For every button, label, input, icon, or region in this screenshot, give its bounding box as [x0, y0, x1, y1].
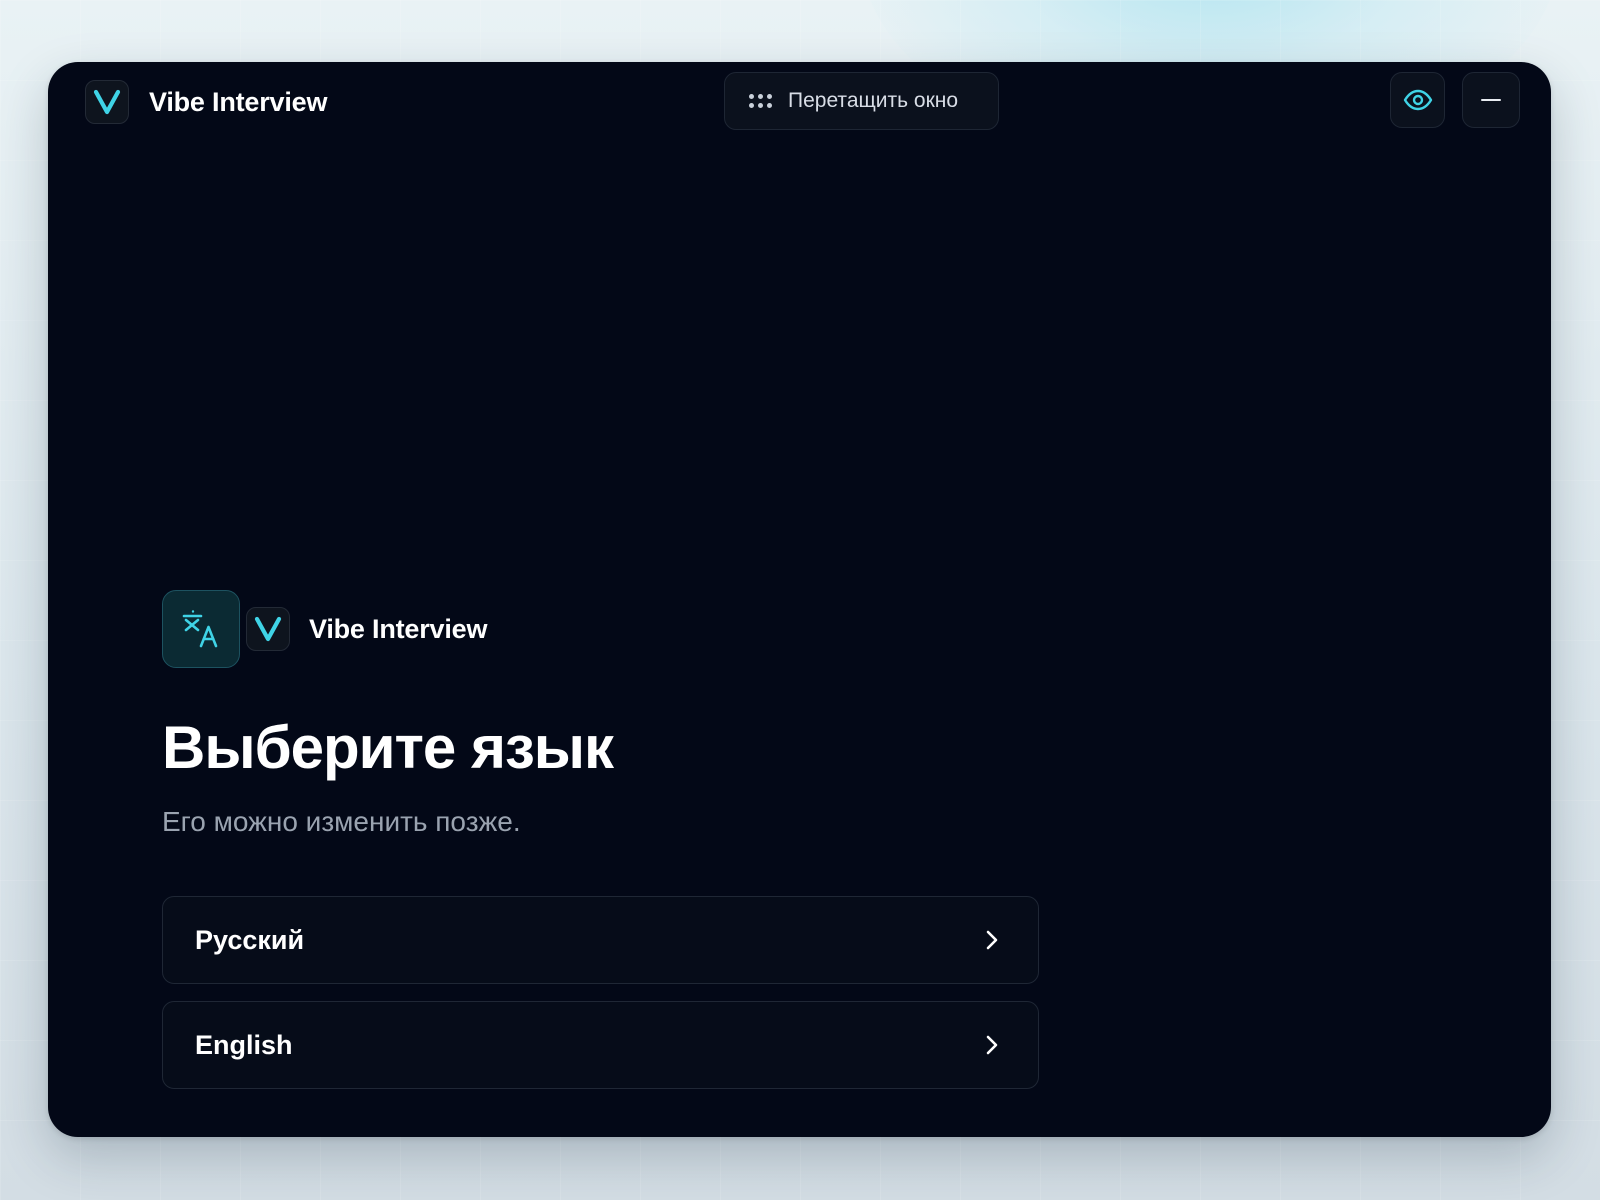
language-list: Русский English	[162, 896, 1042, 1089]
app-window: Vibe Interview Перетащить окно Vibe Inte…	[48, 62, 1551, 1137]
brand-name: Vibe Interview	[309, 613, 488, 644]
minimize-icon	[1481, 98, 1501, 102]
minimize-button[interactable]	[1462, 72, 1520, 128]
language-option-english[interactable]: English	[162, 1001, 1039, 1089]
language-label: Русский	[195, 924, 305, 955]
visibility-toggle-button[interactable]	[1390, 72, 1445, 128]
drag-window-handle[interactable]: Перетащить окно	[724, 72, 999, 130]
page-subtitle: Его можно изменить позже.	[162, 806, 521, 837]
app-title: Vibe Interview	[149, 86, 328, 117]
eye-icon	[1403, 89, 1432, 111]
language-option-russian[interactable]: Русский	[162, 896, 1039, 984]
drag-window-label: Перетащить окно	[788, 89, 959, 112]
language-label: English	[195, 1029, 293, 1060]
v-logo-icon	[246, 607, 290, 651]
brand-row: Vibe Interview	[162, 590, 1042, 668]
language-selection: Vibe Interview Выберите язык Его можно и…	[162, 590, 1042, 1106]
title-bar: Vibe Interview Перетащить окно	[48, 62, 1551, 142]
translate-icon	[162, 590, 240, 668]
v-logo-icon	[85, 80, 129, 124]
app-brand: Vibe Interview	[85, 80, 327, 124]
grip-dots-icon	[749, 94, 772, 108]
chevron-right-icon	[980, 928, 1004, 952]
page-title: Выберите язык	[162, 714, 614, 781]
chevron-right-icon	[980, 1033, 1004, 1057]
